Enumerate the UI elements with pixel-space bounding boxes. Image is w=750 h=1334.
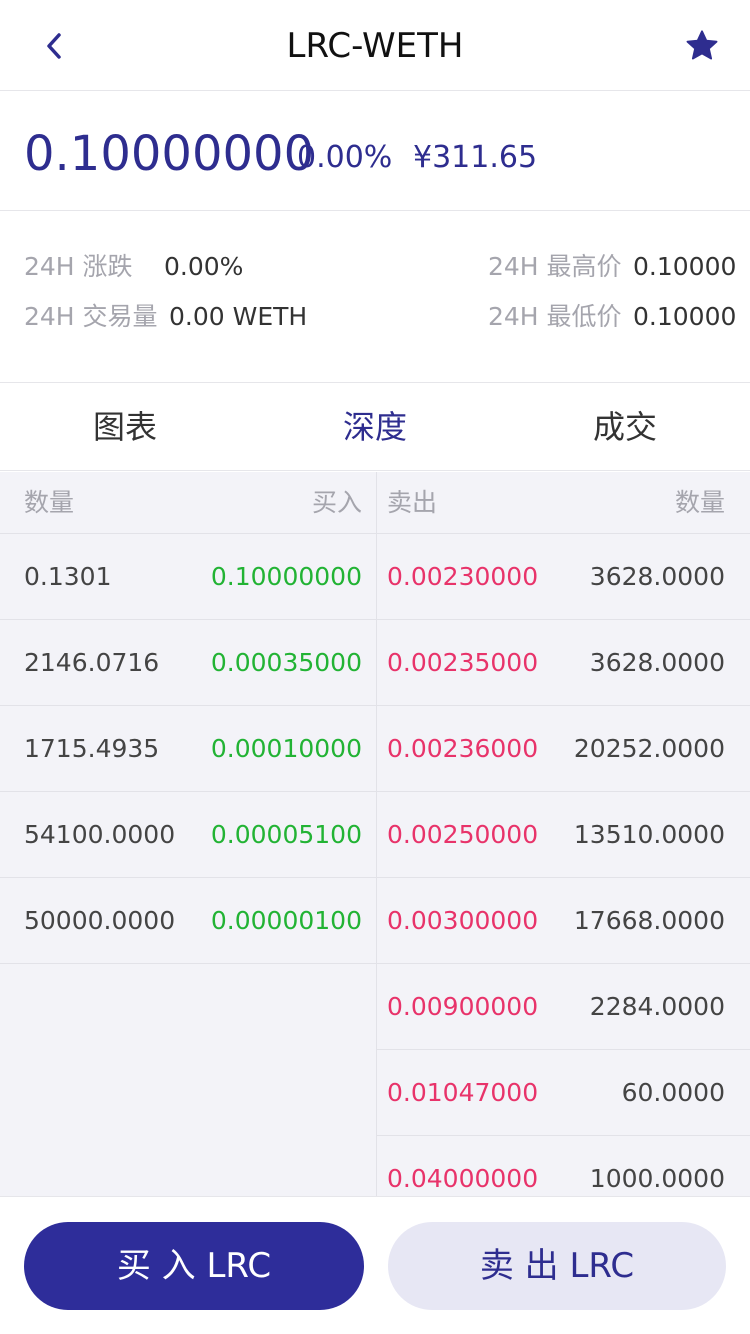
action-bar: 买 入 LRC 卖 出 LRC	[0, 1196, 750, 1334]
volume-24h-value: 0.00 WETH	[169, 302, 308, 331]
ask-row[interactable]: 0.00250000 13510.0000	[377, 792, 750, 878]
low-24h-value: 0.10000	[633, 302, 737, 331]
bid-row[interactable]: 54100.0000 0.00005100	[0, 792, 376, 878]
ask-price: 0.00250000	[387, 820, 539, 849]
bid-price: 0.00010000	[210, 734, 362, 763]
bid-amount: 1715.4935	[24, 734, 160, 763]
ask-amount: 1000.0000	[589, 1164, 725, 1193]
ask-price: 0.00900000	[387, 992, 539, 1021]
asks-amount-header: 数量	[674, 488, 725, 517]
ask-price: 0.00236000	[387, 734, 539, 763]
ask-amount: 20252.0000	[573, 734, 725, 763]
ask-row[interactable]: 0.00230000 3628.0000	[377, 534, 750, 620]
bid-row[interactable]: 0.1301 0.10000000	[0, 534, 376, 620]
change-24h-value: 0.00%	[164, 252, 244, 281]
ask-row[interactable]: 0.04000000 1000.0000	[377, 1136, 750, 1196]
ask-amount: 3628.0000	[589, 562, 725, 591]
order-book[interactable]: 数量 买入 0.1301 0.10000000 2146.0716 0.0003…	[0, 472, 750, 1196]
bids-column: 数量 买入 0.1301 0.10000000 2146.0716 0.0003…	[0, 472, 376, 1196]
last-price: 0.10000000	[24, 126, 315, 182]
bid-row[interactable]: 50000.0000 0.00000100	[0, 878, 376, 964]
tab-depth[interactable]: 深度	[250, 384, 500, 471]
bid-row[interactable]: 1715.4935 0.00010000	[0, 706, 376, 792]
page-title: LRC-WETH	[286, 26, 464, 66]
sell-button[interactable]: 卖 出 LRC	[388, 1222, 726, 1310]
price-change-percent: 0.00%	[297, 140, 393, 175]
bid-price: 0.00035000	[210, 648, 362, 677]
asks-column: 卖出 数量 0.00230000 3628.0000 0.00235000 36…	[377, 472, 750, 1196]
ask-amount: 17668.0000	[573, 906, 725, 935]
ask-price: 0.00230000	[387, 562, 539, 591]
ask-row[interactable]: 0.00900000 2284.0000	[377, 964, 750, 1050]
ask-amount: 3628.0000	[589, 648, 725, 677]
bid-row[interactable]: 2146.0716 0.00035000	[0, 620, 376, 706]
bid-amount: 54100.0000	[24, 820, 176, 849]
bid-amount: 2146.0716	[24, 648, 160, 677]
market-stats: 24H 涨跌 0.00% 24H 交易量 0.00 WETH 24H 最高价 0…	[0, 212, 750, 383]
ask-amount: 13510.0000	[573, 820, 725, 849]
ask-amount: 2284.0000	[589, 992, 725, 1021]
ask-row[interactable]: 0.00235000 3628.0000	[377, 620, 750, 706]
ask-price: 0.01047000	[387, 1078, 539, 1107]
high-24h-label: 24H 最高价	[488, 252, 622, 281]
asks-price-header: 卖出	[387, 488, 438, 517]
tab-chart[interactable]: 图表	[0, 384, 250, 471]
bids-amount-header: 数量	[24, 488, 75, 517]
bid-price: 0.00005100	[210, 820, 362, 849]
bid-amount: 50000.0000	[24, 906, 176, 935]
tab-trades[interactable]: 成交	[500, 384, 750, 471]
favorite-button[interactable]	[678, 22, 726, 70]
bid-price: 0.00000100	[210, 906, 362, 935]
ask-price: 0.04000000	[387, 1164, 539, 1193]
bids-header: 数量 买入	[0, 472, 376, 534]
high-24h-value: 0.10000	[633, 252, 737, 281]
bid-amount: 0.1301	[24, 562, 112, 591]
low-24h-label: 24H 最低价	[488, 302, 622, 331]
star-icon	[686, 30, 718, 60]
bids-price-header: 买入	[311, 488, 362, 517]
ask-price: 0.00235000	[387, 648, 539, 677]
buy-button[interactable]: 买 入 LRC	[24, 1222, 364, 1310]
ask-row[interactable]: 0.01047000 60.0000	[377, 1050, 750, 1136]
cny-price: ¥311.65	[413, 140, 538, 175]
ask-price: 0.00300000	[387, 906, 539, 935]
ask-row[interactable]: 0.00236000 20252.0000	[377, 706, 750, 792]
change-24h-label: 24H 涨跌	[24, 252, 133, 281]
asks-header: 卖出 数量	[377, 472, 750, 534]
ask-amount: 60.0000	[621, 1078, 725, 1107]
price-summary: 0.10000000 0.00% ¥311.65	[0, 92, 750, 211]
top-nav-bar: LRC-WETH	[0, 0, 750, 91]
volume-24h-label: 24H 交易量	[24, 302, 158, 331]
tab-bar: 图表 深度 成交	[0, 384, 750, 471]
bid-price: 0.10000000	[210, 562, 362, 591]
ask-row[interactable]: 0.00300000 17668.0000	[377, 878, 750, 964]
